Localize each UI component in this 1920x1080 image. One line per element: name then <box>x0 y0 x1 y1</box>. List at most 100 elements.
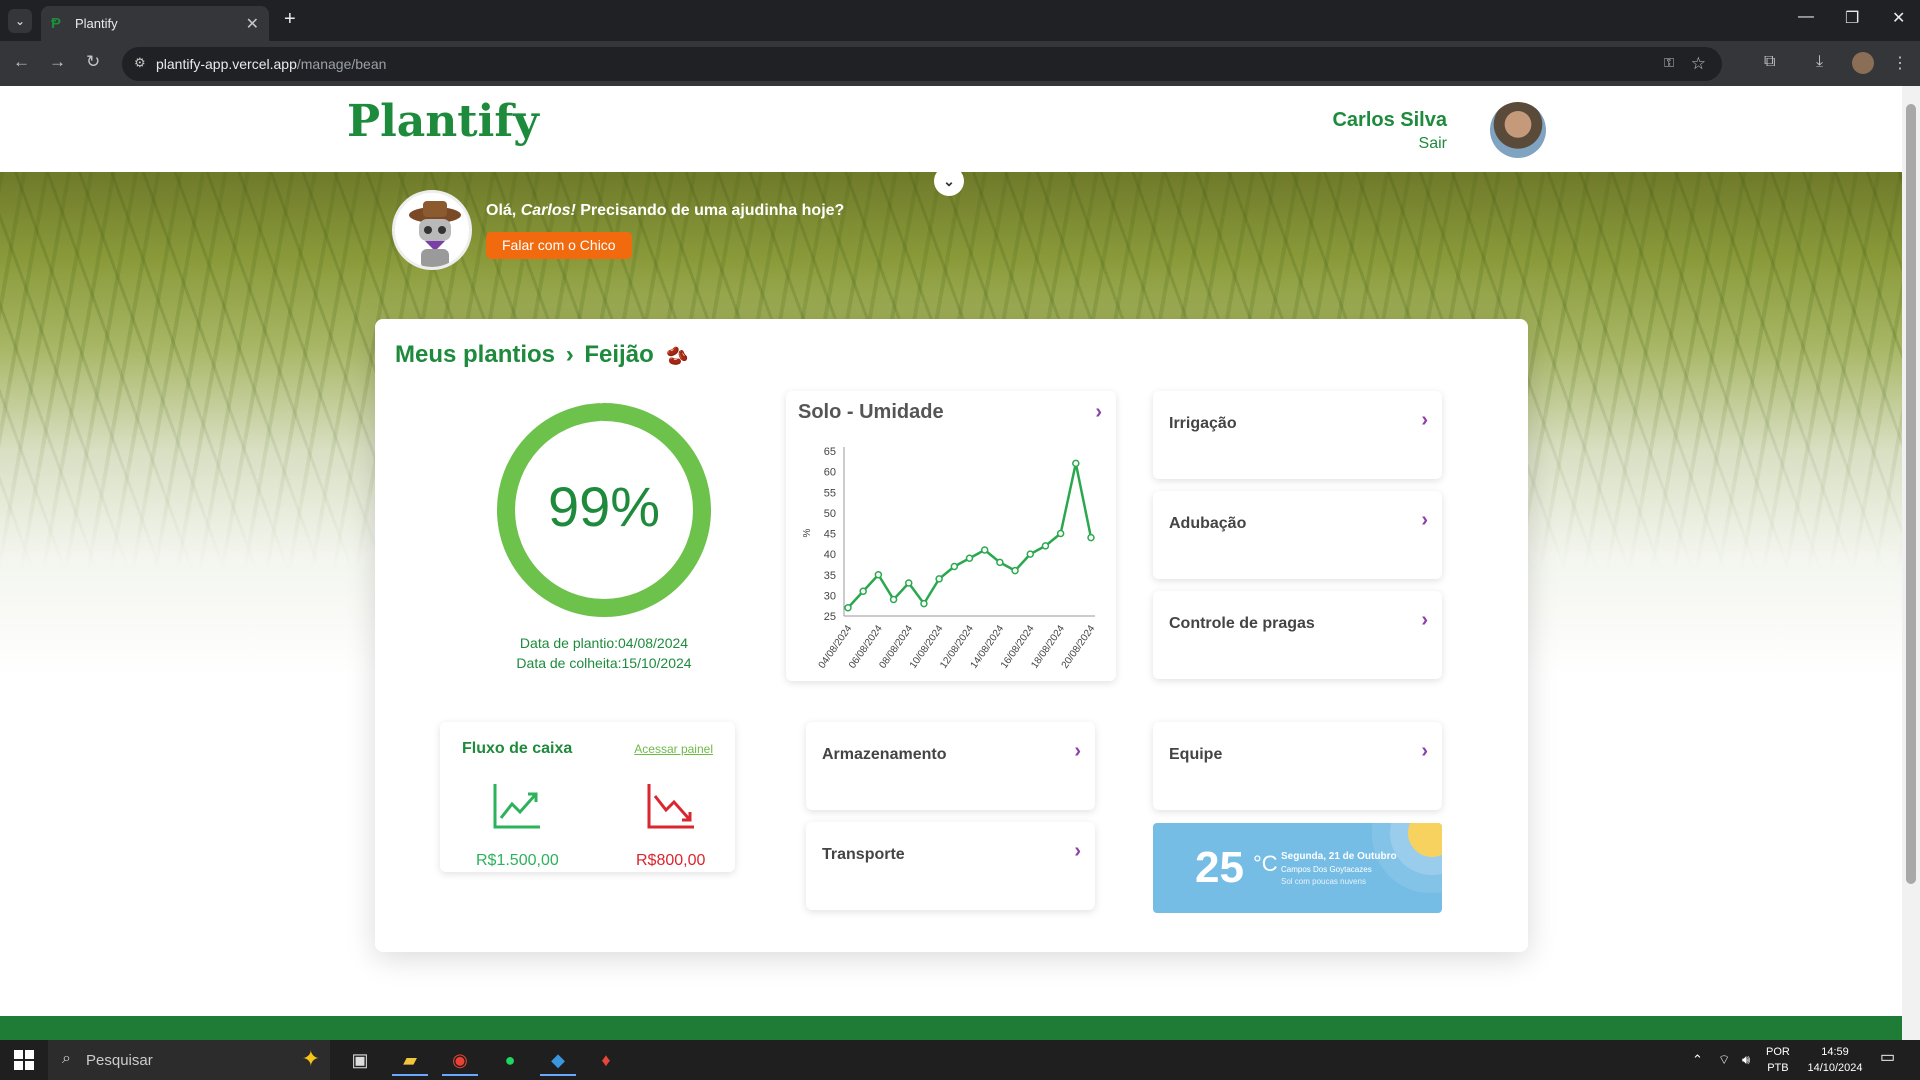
site-info-icon[interactable]: ⚙ <box>134 55 146 71</box>
menu-kebab-icon[interactable]: ⋮ <box>1892 53 1908 73</box>
windows-taskbar: ⌕ Pesquisar ✦ ▣ ▰ ◉ ● ◆ ♦ ⌃ ⌔ 🔊︎ POR PTB… <box>0 1040 1920 1080</box>
y-tick-label: 30 <box>824 590 836 602</box>
password-key-icon[interactable]: ⚿ <box>1664 55 1674 71</box>
clock-date: 14/10/2024 <box>1807 1062 1863 1074</box>
taskbar-search-placeholder: Pesquisar <box>86 1051 153 1069</box>
tray-chevron-up-icon[interactable]: ⌃ <box>1692 1052 1703 1068</box>
trending-up-icon <box>493 784 540 829</box>
reload-icon[interactable]: ↻ <box>86 52 100 72</box>
module-storage[interactable]: Armazenamento › <box>806 722 1095 810</box>
language-indicator[interactable]: POR PTB <box>1766 1044 1790 1076</box>
extensions-icon[interactable]: ⧉ <box>1764 53 1775 71</box>
language-top: POR <box>1766 1046 1790 1058</box>
module-fertilization[interactable]: Adubação › <box>1153 491 1442 579</box>
taskbar-search[interactable]: ⌕ Pesquisar ✦ <box>48 1040 330 1080</box>
chrome-icon[interactable]: ◉ <box>442 1046 478 1076</box>
new-tab-button[interactable]: + <box>284 8 296 31</box>
cashflow-panel: Fluxo de caixa Acessar painel R$1.500,00… <box>440 722 735 872</box>
data-point <box>859 587 867 595</box>
notifications-icon[interactable]: ▭ <box>1880 1050 1895 1066</box>
wifi-icon[interactable]: ⌔ <box>1718 1052 1730 1068</box>
sparkle-icon: ✦ <box>301 1046 320 1071</box>
chevron-right-icon[interactable]: › <box>1074 840 1081 863</box>
breadcrumb-parent[interactable]: Meus plantios <box>395 341 555 368</box>
close-tab-icon[interactable]: ✕ <box>246 14 259 34</box>
chico-robot-avatar <box>392 190 472 270</box>
minimize-icon[interactable]: — <box>1798 8 1814 26</box>
talk-to-chico-button[interactable]: Falar com o Chico <box>486 232 632 259</box>
chevron-right-icon[interactable]: › <box>1421 740 1428 763</box>
url-path: /manage/bean <box>296 56 387 72</box>
module-transport[interactable]: Transporte › <box>806 822 1095 910</box>
back-icon[interactable]: ← <box>13 52 30 72</box>
tab-search-button[interactable]: ⌄ <box>8 9 32 33</box>
soil-moisture-panel[interactable]: Solo - Umidade › 25 30 35 40 45 50 55 60 65% 04/0… <box>786 391 1116 681</box>
chevron-down-icon[interactable]: ⌄ <box>934 166 964 196</box>
data-point <box>889 595 898 604</box>
search-icon: ⌕ <box>62 1050 71 1067</box>
weather-city: Campos Dos Goytacazes <box>1281 865 1372 874</box>
data-point <box>874 571 883 579</box>
planting-date: Data de plantio:04/08/2024 <box>519 635 689 651</box>
module-team[interactable]: Equipe › <box>1153 722 1442 810</box>
page-scrollbar[interactable] <box>1902 86 1920 1040</box>
y-tick-label: 55 <box>824 487 836 499</box>
footer-bar <box>0 1016 1902 1040</box>
logout-link[interactable]: Sair <box>1419 135 1447 153</box>
data-point <box>1041 542 1050 550</box>
windows-start-icon[interactable] <box>14 1050 34 1070</box>
y-tick-label: 65 <box>824 446 836 458</box>
volume-icon[interactable]: 🔊︎ <box>1742 1052 1750 1068</box>
cashflow-expense: R$800,00 <box>636 852 706 869</box>
progress-percent: 99% <box>547 475 661 538</box>
file-explorer-icon[interactable]: ▰ <box>392 1046 428 1076</box>
vscode-icon[interactable]: ◆ <box>540 1046 576 1076</box>
chevron-right-icon[interactable]: › <box>1421 409 1428 432</box>
task-view-icon[interactable]: ▣ <box>342 1046 378 1076</box>
breadcrumb-current: Feijão <box>584 341 654 368</box>
tab-title: Plantify <box>75 16 118 31</box>
spotify-icon[interactable]: ● <box>492 1046 528 1076</box>
soil-moisture-chart: 253035404550556065%04/08/202406/08/20240… <box>802 446 1098 671</box>
clock[interactable]: 14:59 14/10/2024 <box>1800 1044 1870 1076</box>
module-irrigation[interactable]: Irrigação › <box>1153 391 1442 479</box>
module-irrigation-label: Irrigação <box>1169 415 1237 432</box>
address-bar[interactable]: ⚙ plantify-app.vercel.app/manage/bean ⚿ … <box>122 47 1722 81</box>
bookmark-star-icon[interactable]: ☆ <box>1691 54 1706 74</box>
breadcrumb: Meus plantios › Feijão 🫘 <box>395 341 689 369</box>
downloads-icon[interactable]: ⤓ <box>1816 53 1823 71</box>
profile-avatar[interactable] <box>1852 52 1874 74</box>
data-point <box>965 554 974 562</box>
window-close-icon[interactable]: ✕ <box>1892 8 1905 28</box>
greeting-name: Carlos! <box>520 202 576 219</box>
cashflow-panel-link[interactable]: Acessar painel <box>634 742 713 756</box>
greeting-prefix: Olá, <box>486 202 521 219</box>
weather-widget: 25 °C Segunda, 21 de Outubro Campos Dos … <box>1153 823 1442 913</box>
chevron-right-icon[interactable]: › <box>1421 609 1428 632</box>
chevron-right-icon[interactable]: › <box>1421 509 1428 532</box>
module-storage-label: Armazenamento <box>822 746 947 763</box>
weather-condition: Sol com poucas nuvens <box>1281 877 1366 886</box>
bean-icon: 🫘 <box>666 346 689 366</box>
cashflow-income: R$1.500,00 <box>476 852 559 869</box>
restore-icon[interactable]: ❐ <box>1845 8 1859 28</box>
scrollbar-thumb[interactable] <box>1906 104 1916 884</box>
plantify-favicon-icon: Ᵽ <box>51 14 62 32</box>
plantify-logo[interactable]: Plantify <box>347 96 539 147</box>
module-pest-control[interactable]: Controle de pragas › <box>1153 591 1442 679</box>
forward-icon[interactable]: → <box>49 52 66 72</box>
y-tick-label: 45 <box>824 529 836 541</box>
language-bottom: PTB <box>1767 1062 1789 1074</box>
browser-tab[interactable]: Ᵽ Plantify ✕ <box>41 6 269 41</box>
breadcrumb-separator: › <box>565 341 574 368</box>
y-tick-label: 50 <box>824 508 836 520</box>
browser-toolbar: ← → ↻ ⚙ plantify-app.vercel.app/manage/b… <box>0 41 1920 86</box>
chevron-right-icon[interactable]: › <box>1074 740 1081 763</box>
browser-tabbar: ⌄ Ᵽ Plantify ✕ + — ❐ ✕ <box>0 0 1920 41</box>
user-avatar[interactable] <box>1490 102 1546 158</box>
app-icon[interactable]: ♦ <box>588 1046 624 1076</box>
harvest-date: Data de colheita:15/10/2024 <box>516 655 692 671</box>
assistant-greeting: Olá, Carlos! Precisando de uma ajudinha … <box>486 202 844 220</box>
y-tick-label: 25 <box>824 611 836 623</box>
page-viewport: Plantify Carlos Silva Sair ⌄ Olá, Carlos… <box>0 86 1902 1040</box>
